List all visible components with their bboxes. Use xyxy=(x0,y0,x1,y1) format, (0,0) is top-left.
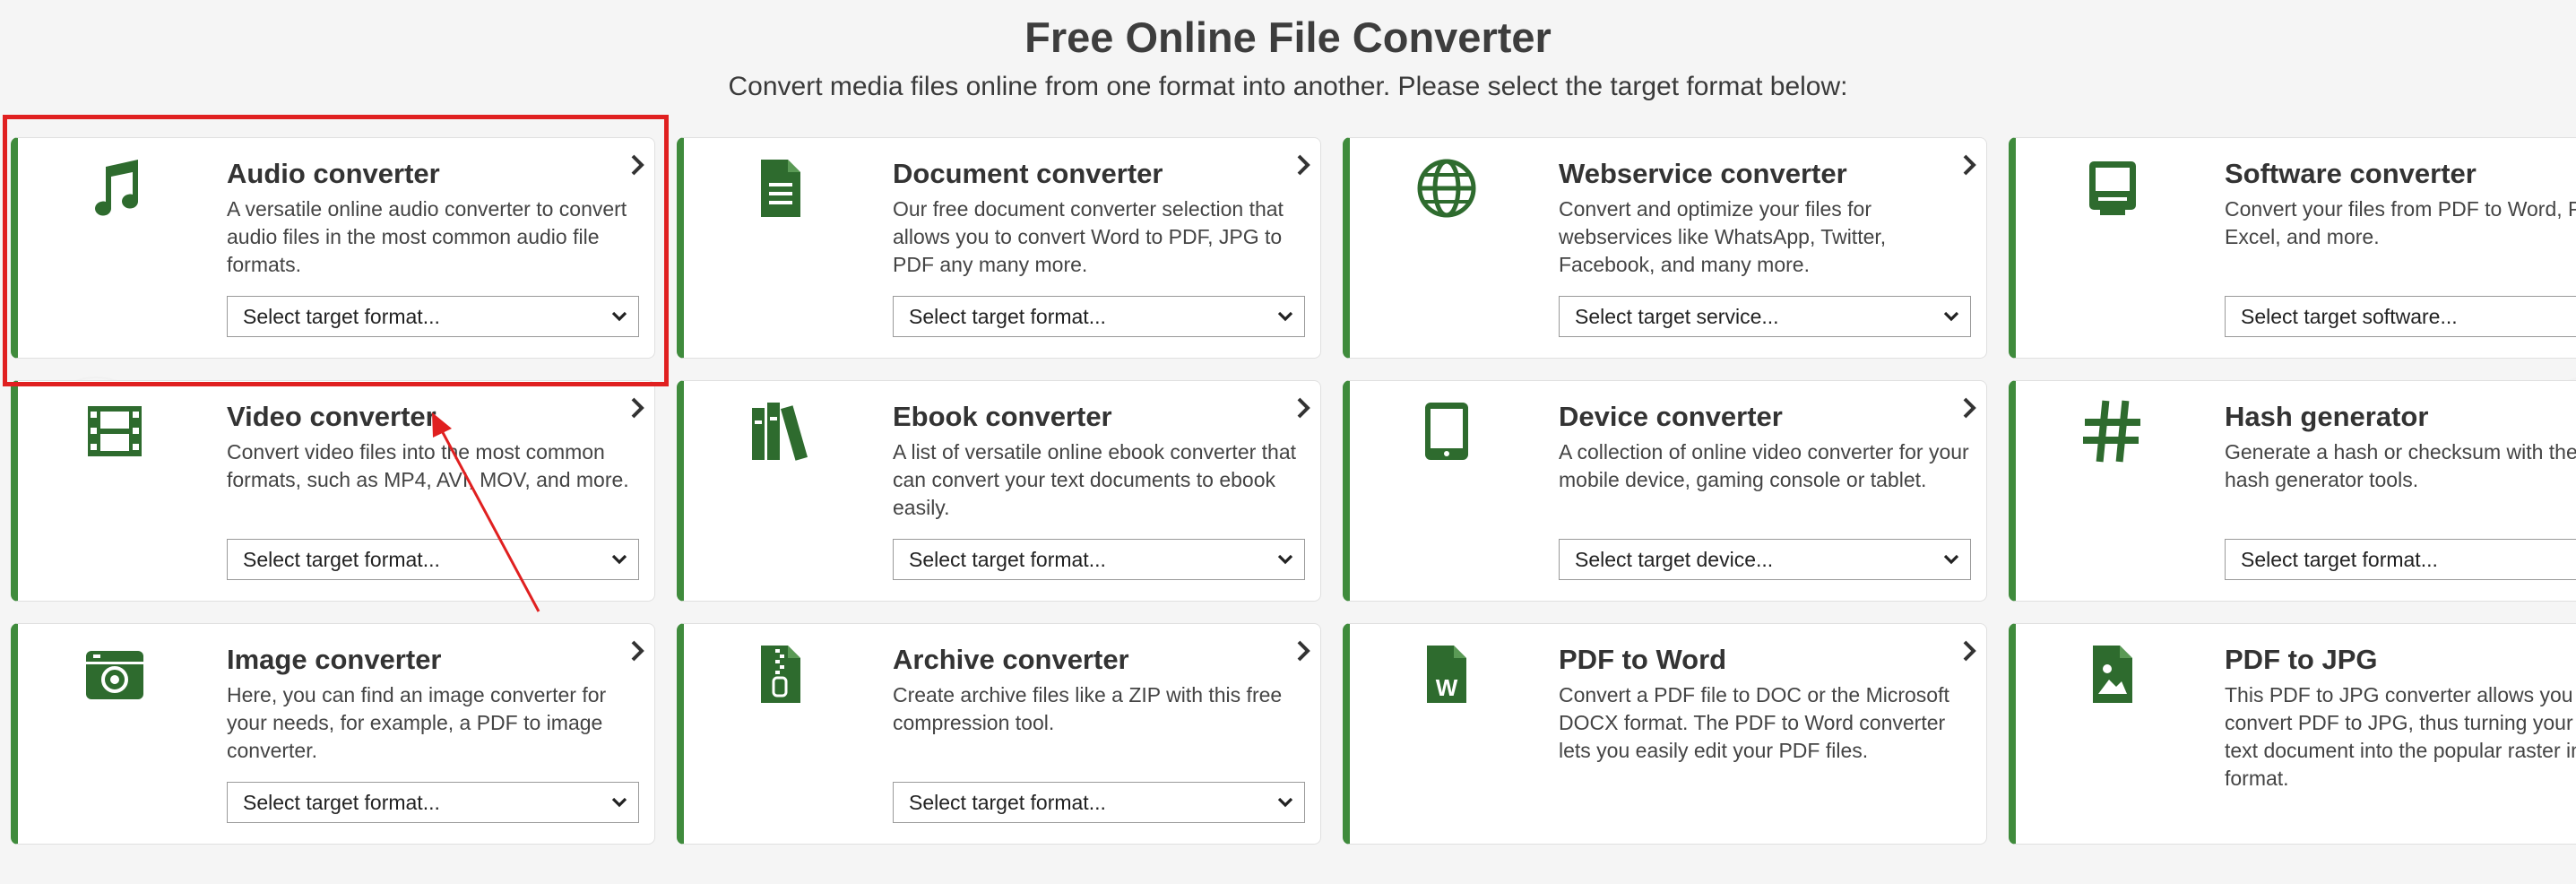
chevron-right-icon[interactable] xyxy=(1959,638,1981,663)
card-title[interactable]: Image converter xyxy=(227,644,442,676)
card-title[interactable]: Hash generator xyxy=(2225,401,2428,433)
card-description: Here, you can find an image converter fo… xyxy=(227,683,607,762)
card-pdf-to-word[interactable]: W PDF to Word Convert a PDF file to DOC or… xyxy=(1343,623,1987,845)
svg-text:W: W xyxy=(1436,674,1458,701)
select-value: Select target format... xyxy=(243,791,440,814)
target-format-select[interactable]: Select target format... xyxy=(893,296,1305,337)
chevron-right-icon[interactable] xyxy=(1293,152,1315,178)
select-value: Select target format... xyxy=(909,791,1106,814)
chevron-down-icon xyxy=(611,310,627,323)
card-description: Convert and optimize your files for webs… xyxy=(1559,197,1887,276)
target-format-select[interactable]: Select target format... xyxy=(227,782,639,823)
card-title[interactable]: Video converter xyxy=(227,401,437,433)
page-title: Free Online File Converter xyxy=(1024,13,1552,61)
card-description: This PDF to JPG converter allows you to … xyxy=(2225,683,2576,790)
card-description: Convert video files into the most common… xyxy=(227,440,629,491)
word-file-icon: W xyxy=(1414,642,1479,706)
target-format-select[interactable]: Select target device... xyxy=(1559,539,1971,580)
card-video-converter[interactable]: Video converter Convert video files into … xyxy=(11,380,655,602)
select-value: Select target software... xyxy=(2241,305,2458,328)
globe-icon xyxy=(1414,156,1479,221)
chevron-down-icon xyxy=(611,796,627,809)
card-ebook-converter[interactable]: Ebook converter A list of versatile onlin… xyxy=(677,380,1321,602)
card-device-converter[interactable]: Device converter A collection of online v… xyxy=(1343,380,1987,602)
books-icon xyxy=(748,399,813,464)
target-format-select[interactable]: Select target format... xyxy=(227,539,639,580)
music-note-icon xyxy=(82,156,147,221)
chevron-right-icon[interactable] xyxy=(627,395,649,420)
card-description: A collection of online video converter f… xyxy=(1559,440,1969,491)
card-archive-converter[interactable]: Archive converter Create archive files li… xyxy=(677,623,1321,845)
select-value: Select target format... xyxy=(2241,548,2438,571)
card-title[interactable]: Webservice converter xyxy=(1559,158,1847,190)
tablet-icon xyxy=(1414,399,1479,464)
chevron-right-icon[interactable] xyxy=(1959,395,1981,420)
card-image-converter[interactable]: Image converter Here, you can find an ima… xyxy=(11,623,655,845)
target-format-select[interactable]: Select target format... xyxy=(893,782,1305,823)
chevron-down-icon xyxy=(1277,553,1293,566)
card-title[interactable]: Ebook converter xyxy=(893,401,1112,433)
card-description: Generate a hash or checksum with these h… xyxy=(2225,440,2576,491)
card-audio-converter[interactable]: Audio converter A versatile online audio … xyxy=(11,137,655,359)
chevron-down-icon xyxy=(1943,553,1959,566)
card-description: Our free document converter selection th… xyxy=(893,197,1284,276)
film-icon xyxy=(82,399,147,464)
card-title[interactable]: PDF to Word xyxy=(1559,644,1726,676)
select-value: Select target format... xyxy=(909,548,1106,571)
card-title[interactable]: Archive converter xyxy=(893,644,1129,676)
select-value: Select target format... xyxy=(243,305,440,328)
zip-file-icon xyxy=(748,642,813,706)
select-value: Select target device... xyxy=(1575,548,1774,571)
chevron-down-icon xyxy=(1277,310,1293,323)
card-description: A list of versatile online ebook convert… xyxy=(893,440,1297,519)
target-format-select[interactable]: Select target format... xyxy=(227,296,639,337)
card-title[interactable]: Device converter xyxy=(1559,401,1783,433)
chevron-right-icon[interactable] xyxy=(1959,152,1981,178)
card-title[interactable]: Document converter xyxy=(893,158,1163,190)
card-title[interactable]: PDF to JPG xyxy=(2225,644,2378,676)
card-pdf-to-jpg[interactable]: PDF to JPG This PDF to JPG converter allo… xyxy=(2009,623,2576,845)
chevron-right-icon[interactable] xyxy=(627,152,649,178)
card-description: A versatile online audio converter to co… xyxy=(227,197,627,276)
chevron-down-icon xyxy=(611,553,627,566)
page-subtitle: Convert media files online from one form… xyxy=(728,72,1848,101)
document-icon xyxy=(748,156,813,221)
card-description: Convert a PDF file to DOC or the Microso… xyxy=(1559,683,1949,762)
card-description: Convert your files from PDF to Word, PDF… xyxy=(2225,197,2576,248)
card-title[interactable]: Software converter xyxy=(2225,158,2477,190)
card-title[interactable]: Audio converter xyxy=(227,158,440,190)
chevron-down-icon xyxy=(1277,796,1293,809)
card-webservice-converter[interactable]: Webservice converter Convert and optimize… xyxy=(1343,137,1987,359)
target-format-select[interactable]: Select target software... xyxy=(2225,296,2576,337)
target-format-select[interactable]: Select target format... xyxy=(2225,539,2576,580)
chevron-right-icon[interactable] xyxy=(1293,395,1315,420)
card-document-converter[interactable]: Document converter Our free document conv… xyxy=(677,137,1321,359)
computer-icon xyxy=(2080,156,2145,221)
target-format-select[interactable]: Select target service... xyxy=(1559,296,1971,337)
camera-icon xyxy=(82,642,147,706)
select-value: Select target service... xyxy=(1575,305,1779,328)
image-file-icon xyxy=(2080,642,2145,706)
select-value: Select target format... xyxy=(909,305,1106,328)
card-hash-generator[interactable]: Hash generator Generate a hash or checksu… xyxy=(2009,380,2576,602)
card-description: Create archive files like a ZIP with thi… xyxy=(893,683,1283,734)
chevron-right-icon[interactable] xyxy=(1293,638,1315,663)
target-format-select[interactable]: Select target format... xyxy=(893,539,1305,580)
hash-icon xyxy=(2080,399,2145,464)
select-value: Select target format... xyxy=(243,548,440,571)
chevron-down-icon xyxy=(1943,310,1959,323)
card-software-converter[interactable]: Software converter Convert your files fro… xyxy=(2009,137,2576,359)
chevron-right-icon[interactable] xyxy=(627,638,649,663)
